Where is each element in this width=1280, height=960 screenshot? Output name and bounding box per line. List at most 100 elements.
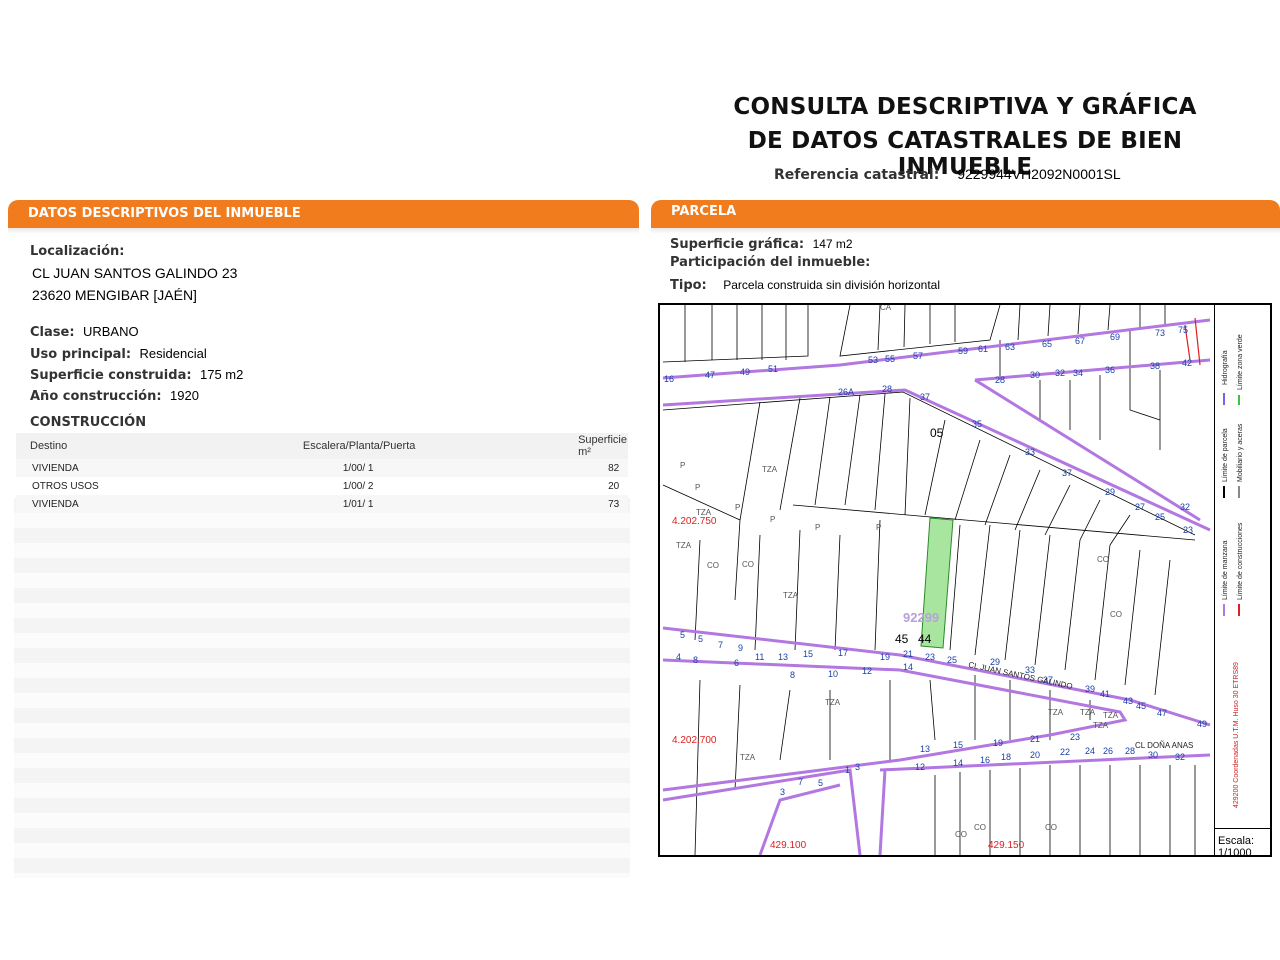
cadastral-map-drawing: 16 47 49 51 53 55 57 59 61 63 65 67 69 73 75 28 30 32…: [662, 305, 1244, 855]
svg-text:23: 23: [925, 652, 935, 662]
cell-superficie: 73: [608, 498, 620, 510]
svg-text:47: 47: [705, 370, 715, 380]
right-panel-header: PARCELA: [651, 200, 1280, 228]
left-panel-divider: [8, 228, 639, 234]
svg-text:TZA: TZA: [825, 698, 841, 707]
svg-text:P: P: [735, 503, 740, 512]
svg-text:5: 5: [680, 630, 685, 640]
svg-text:9: 9: [738, 643, 743, 653]
coord-label: 429.150: [988, 840, 1025, 851]
svg-text:18: 18: [1001, 752, 1011, 762]
svg-text:6: 6: [734, 658, 739, 668]
svg-text:28: 28: [995, 375, 1005, 385]
superficie-grafica-row: Superficie gráfica: 147 m2: [670, 235, 853, 253]
svg-text:26A: 26A: [838, 387, 854, 397]
clase-value: URBANO: [82, 324, 139, 339]
svg-text:45: 45: [895, 632, 909, 646]
tipo-label: Tipo:: [670, 278, 707, 293]
scale-label: Escala:: [1218, 835, 1255, 847]
svg-text:22: 22: [1060, 747, 1070, 757]
svg-text:27: 27: [1135, 502, 1145, 512]
svg-text:16: 16: [664, 374, 674, 384]
svg-text:24: 24: [1085, 746, 1095, 756]
construction-table: Destino Escalera/Planta/Puerta Superfici…: [16, 433, 628, 513]
svg-text:37: 37: [1062, 468, 1072, 478]
uso-row: Uso principal: Residencial: [30, 345, 207, 363]
svg-text:15: 15: [953, 740, 963, 750]
svg-text:55: 55: [885, 354, 895, 364]
svg-text:47: 47: [1157, 708, 1167, 718]
svg-text:P: P: [680, 461, 685, 470]
right-panel-divider: [651, 228, 1280, 234]
superficie-grafica-label: Superficie gráfica:: [670, 237, 805, 252]
uso-label: Uso principal:: [30, 347, 132, 362]
uso-value: Residencial: [139, 346, 207, 361]
clase-row: Clase: URBANO: [30, 323, 139, 341]
svg-text:45: 45: [1136, 701, 1146, 711]
svg-text:75: 75: [1178, 325, 1188, 335]
svg-text:63: 63: [1005, 342, 1015, 352]
scale-value: 1/1000: [1218, 847, 1252, 857]
svg-text:TZA: TZA: [1093, 721, 1109, 730]
svg-text:TZA: TZA: [676, 541, 692, 550]
table-background: [14, 498, 630, 878]
cell-destino: VIVIENDA: [32, 498, 79, 510]
table-row: VIVIENDA 1/01/ 1 73: [16, 495, 628, 513]
legend-limite-construcciones: Límite de construcciones: [1237, 522, 1244, 600]
legend-zona-verde: Límite zona verde: [1237, 334, 1244, 390]
svg-text:TZA: TZA: [783, 591, 799, 600]
svg-text:36: 36: [1105, 365, 1115, 375]
svg-text:32: 32: [1175, 752, 1185, 762]
svg-text:65: 65: [1042, 339, 1052, 349]
svg-text:42: 42: [1182, 358, 1192, 368]
parcel-id-label: 92299: [903, 610, 939, 625]
svg-text:19: 19: [880, 652, 890, 662]
svg-text:7: 7: [798, 777, 803, 787]
svg-text:67: 67: [1075, 336, 1085, 346]
svg-text:25: 25: [1155, 512, 1165, 522]
svg-text:37: 37: [920, 392, 930, 402]
cell-escalera: 1/00/ 2: [342, 480, 374, 492]
legend-limite-manzana: Límite de manzana: [1222, 540, 1229, 600]
svg-text:28: 28: [1125, 746, 1135, 756]
svg-text:13: 13: [778, 652, 788, 662]
table-row: OTROS USOS 1/00/ 2 20: [16, 477, 628, 495]
cell-escalera: 1/00/ 1: [342, 462, 374, 474]
left-panel-header: DATOS DESCRIPTIVOS DEL INMUEBLE: [8, 200, 639, 228]
svg-text:3: 3: [855, 762, 860, 772]
svg-text:41: 41: [1100, 689, 1110, 699]
svg-text:05: 05: [930, 426, 944, 440]
svg-text:11: 11: [755, 652, 764, 662]
svg-text:8: 8: [693, 655, 698, 665]
superficie-row: Superficie construida: 175 m2: [30, 366, 243, 384]
svg-text:5: 5: [818, 778, 823, 788]
svg-text:69: 69: [1110, 332, 1120, 342]
svg-text:21: 21: [903, 649, 913, 659]
svg-text:CO: CO: [955, 830, 967, 839]
col-superficie: Superficie m²: [578, 434, 627, 458]
cell-escalera: 1/01/ 1: [342, 498, 374, 510]
scale-box: Escala: 1/1000: [1218, 835, 1255, 857]
svg-text:21: 21: [1030, 734, 1040, 744]
svg-text:TZA: TZA: [1080, 708, 1096, 717]
svg-text:53: 53: [868, 355, 878, 365]
address-line2: 23620 MENGIBAR [JAÉN]: [32, 287, 197, 303]
svg-text:13: 13: [920, 744, 930, 754]
svg-text:TZA: TZA: [1048, 708, 1064, 717]
anio-value: 1920: [170, 388, 199, 403]
svg-text:TZA: TZA: [762, 465, 778, 474]
svg-text:30: 30: [1148, 750, 1158, 760]
svg-text:73: 73: [1155, 328, 1165, 338]
svg-text:CO: CO: [707, 561, 719, 570]
svg-text:P: P: [876, 523, 881, 532]
cell-destino: OTROS USOS: [32, 480, 99, 492]
svg-text:34: 34: [1073, 368, 1083, 378]
svg-text:26: 26: [1103, 746, 1113, 756]
svg-text:12: 12: [915, 762, 925, 772]
col-destino: Destino: [30, 440, 68, 452]
svg-text:32: 32: [1055, 368, 1065, 378]
document-title-line1: CONSULTA DESCRIPTIVA Y GRÁFICA: [733, 94, 1197, 120]
legend-coordenadas: 429200 Coordenadas U.T.M. Huso 30 ETRS89: [1233, 662, 1240, 808]
superficie-label: Superficie construida:: [30, 368, 192, 383]
cadastral-map[interactable]: 16 47 49 51 53 55 57 59 61 63 65 67 69 73 75 28 30 32…: [658, 303, 1272, 857]
